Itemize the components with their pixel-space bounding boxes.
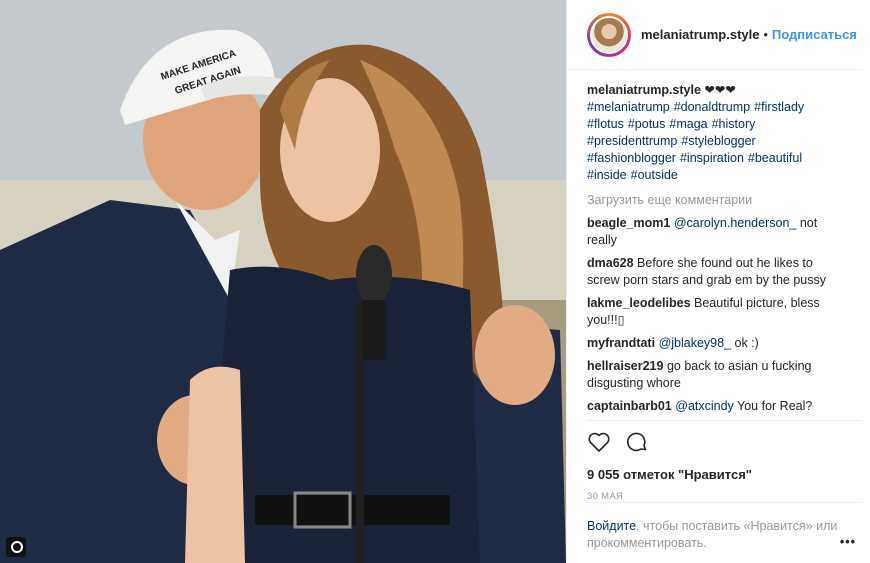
comment-icon[interactable] [625, 430, 649, 454]
comment-username[interactable]: dma628 [587, 256, 634, 270]
photo-illustration: MAKE AMERICA GREAT AGAIN [0, 0, 566, 563]
hashtag[interactable]: #flotus [587, 117, 624, 131]
comment-mention[interactable]: @jblakey98_ [659, 336, 731, 350]
comment-username[interactable]: hellraiser219 [587, 359, 663, 373]
post-photo[interactable]: MAKE AMERICA GREAT AGAIN [0, 0, 566, 563]
caption-username[interactable]: melaniatrump.style [587, 83, 701, 97]
comment-username[interactable]: beagle_mom1 [587, 216, 670, 230]
hashtag[interactable]: #maga [669, 117, 707, 131]
caption-hearts: ❤❤❤ [704, 83, 736, 97]
comments-list: melaniatrump.style ❤❤❤ #melaniatrump #don… [567, 70, 870, 420]
post-header: melaniatrump.style • Подписаться [567, 0, 862, 70]
hashtag[interactable]: #fashionblogger [587, 151, 676, 165]
comment-username[interactable]: myfrandtati [587, 336, 655, 350]
comment-username[interactable]: captainbarb01 [587, 399, 672, 413]
instagram-post: MAKE AMERICA GREAT AGAIN melaniatrump.st… [0, 0, 870, 563]
avatar-image [590, 15, 628, 54]
more-icon[interactable]: ••• [840, 534, 856, 551]
hashtag[interactable]: #inspiration [680, 151, 744, 165]
comment-text: ok :) [731, 336, 759, 350]
login-prompt: Войдите, чтобы поставить «Нравится» или … [587, 502, 862, 552]
comment-mention[interactable]: @carolyn.henderson_ [674, 216, 797, 230]
hashtag[interactable]: #outside [631, 168, 678, 182]
hashtag[interactable]: #firstlady [754, 100, 804, 114]
comment-item: beagle_mom1 @carolyn.henderson_ not real… [587, 215, 846, 249]
comment-mention[interactable]: @atxcindy [675, 399, 734, 413]
follow-button[interactable]: Подписаться [772, 27, 857, 42]
hashtag[interactable]: #presidenttrump [587, 134, 677, 148]
comment-item: captainbarb01 @atxcindy You for Real? [587, 398, 846, 415]
caption: melaniatrump.style ❤❤❤ #melaniatrump #don… [587, 82, 846, 184]
hashtag[interactable]: #potus [628, 117, 666, 131]
comment-item: myfrandtati @jblakey98_ ok :) [587, 335, 846, 352]
separator-dot: • [763, 27, 768, 42]
comment-item: lakme_leodelibes Beautiful picture, bles… [587, 295, 846, 329]
hashtag[interactable]: #melaniatrump [587, 100, 670, 114]
avatar[interactable] [587, 12, 631, 57]
header-username[interactable]: melaniatrump.style [641, 27, 760, 42]
comment-username[interactable]: lakme_leodelibes [587, 296, 691, 310]
comment-text: You for Real? [733, 399, 813, 413]
hashtag[interactable]: #inside [587, 168, 627, 182]
hashtag[interactable]: #donaldtrump [674, 100, 750, 114]
load-more-comments[interactable]: Загрузить еще комментарии [587, 193, 846, 207]
hashtag[interactable]: #styleblogger [681, 134, 755, 148]
post-sidebar: melaniatrump.style • Подписаться melania… [566, 0, 870, 563]
login-link[interactable]: Войдите [587, 519, 636, 533]
comment-item: dma628 Before she found out he likes to … [587, 255, 846, 289]
post-date[interactable]: 30 мая [587, 491, 862, 502]
action-icons [587, 429, 862, 455]
hashtag[interactable]: #beautiful [748, 151, 802, 165]
hashtag[interactable]: #history [712, 117, 756, 131]
hashtag-list: #melaniatrump #donaldtrump #firstlady #flo… [587, 100, 808, 182]
carousel-icon[interactable] [6, 537, 26, 557]
comment-item: hellraiser219 go back to asian u fucking… [587, 358, 846, 392]
likes-count[interactable]: 9 055 отметок "Нравится" [587, 467, 862, 482]
heart-icon[interactable] [587, 430, 611, 454]
post-actions: 9 055 отметок "Нравится" 30 мая [587, 420, 862, 502]
